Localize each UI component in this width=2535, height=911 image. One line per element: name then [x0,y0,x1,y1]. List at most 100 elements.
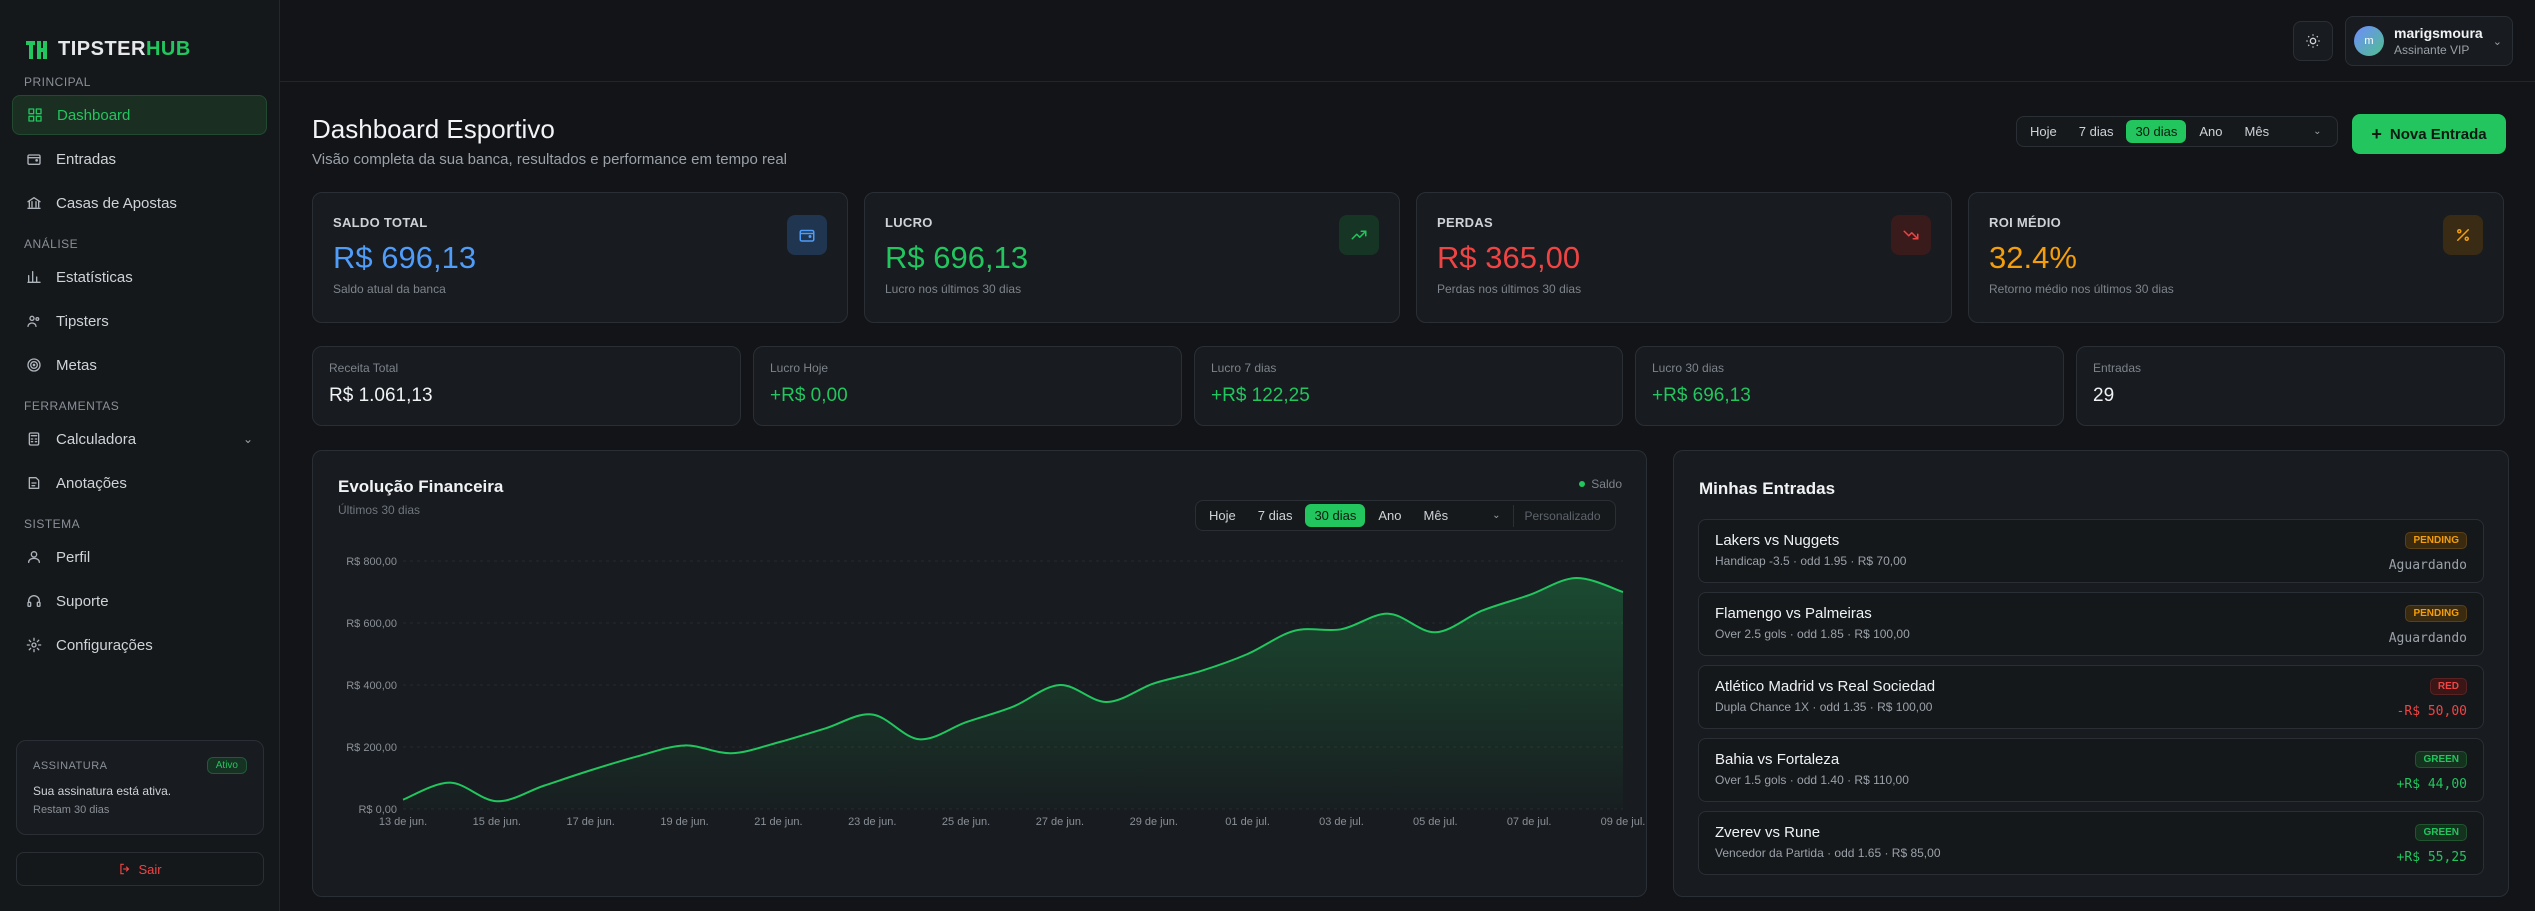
data-point[interactable] [916,736,922,742]
kpi-value: R$ 696,13 [333,240,477,275]
kpi-card: ROI MÉDIO 32.4% Retorno médio nos último… [1968,192,2504,323]
status-badge: GREEN [2415,824,2467,841]
x-tick-label: 29 de jun. [1130,816,1178,828]
data-point[interactable] [1620,589,1626,595]
kpi-label: LUCRO [885,215,933,230]
month-select[interactable]: Mês ⌄ [2236,120,2331,143]
sidebar-item-label: Anotações [56,474,127,492]
data-point[interactable] [494,798,500,804]
range-option[interactable]: Hoje [2021,120,2066,143]
entry-name: Flamengo vs Palmeiras [1715,605,1872,622]
kpi-subtitle: Perdas nos últimos 30 dias [1437,282,1582,296]
mini-stat-card: Lucro 7 dias +R$ 122,25 [1194,346,1623,426]
entry-result: Aguardando [2388,631,2467,646]
sidebar-item-configuracoes[interactable]: Configurações [12,625,267,665]
entry-result: +R$ 55,25 [2396,850,2467,865]
data-point[interactable] [1385,611,1391,617]
mini-stat-value: +R$ 122,25 [1211,385,1310,406]
data-point[interactable] [1198,668,1204,674]
mini-stat-label: Lucro 7 dias [1211,361,1277,375]
y-tick-label: R$ 0,00 [358,804,397,816]
kpi-value: 32.4% [1989,240,2077,275]
sidebar-item-tipsters[interactable]: Tipsters [12,301,267,341]
data-point[interactable] [1573,575,1579,581]
data-point[interactable] [963,719,969,725]
data-point[interactable] [1245,651,1251,657]
data-point[interactable] [635,753,641,759]
data-point[interactable] [775,739,781,745]
status-badge: PENDING [2405,532,2467,549]
data-point[interactable] [1010,704,1016,710]
logo-icon [26,40,47,59]
data-point[interactable] [1292,628,1298,634]
entry-detail: Vencedor da Partida · odd 1.65 · R$ 85,0… [1715,846,1941,860]
user-icon [28,551,40,563]
user-role: Assinante VIP [2394,43,2470,57]
entry-detail: Over 1.5 gols · odd 1.40 · R$ 110,00 [1715,773,1909,787]
sidebar-item-estatisticas[interactable]: Estatísticas [12,257,267,297]
kpi-subtitle: Lucro nos últimos 30 dias [885,282,1022,296]
sidebar-item-label: Tipsters [56,312,109,330]
x-tick-label: 15 de jun. [473,816,521,828]
kpi-icon-box [2443,215,2483,255]
new-entry-button[interactable]: + Nova Entrada [2352,114,2506,154]
kpi-card: SALDO TOTAL R$ 696,13 Saldo atual da ban… [312,192,848,323]
sidebar-item-suporte[interactable]: Suporte [12,581,267,621]
data-point[interactable] [1338,626,1344,632]
sidebar-item-casas-de-apostas[interactable]: Casas de Apostas [12,183,267,223]
kpi-card: PERDAS R$ 365,00 Perdas nos últimos 30 d… [1416,192,1952,323]
entry-item[interactable]: Zverev vs Rune Vencedor da Partida · odd… [1698,811,2484,875]
data-point[interactable] [1526,592,1532,598]
entry-name: Lakers vs Nuggets [1715,532,1840,549]
data-point[interactable] [1432,629,1438,635]
notes-icon [28,477,40,489]
subscription-status-badge: Ativo [206,757,247,774]
y-tick-label: R$ 200,00 [346,742,397,754]
kpi-subtitle: Saldo atual da banca [333,282,446,296]
range-option[interactable]: 7 dias [2070,120,2123,143]
entry-item[interactable]: Flamengo vs Palmeiras Over 2.5 gols · od… [1698,592,2484,656]
main-content: m marigsmoura Assinante VIP ⌄ Dashboard … [280,0,2535,911]
range-option[interactable]: Ano [2190,120,2231,143]
data-point[interactable] [588,767,594,773]
date-range-filter: Hoje 7 dias 30 dias Ano Mês ⌄ [2016,116,2338,147]
data-point[interactable] [1104,699,1110,705]
theme-toggle-button[interactable] [2293,21,2333,61]
entry-item[interactable]: Lakers vs Nuggets Handicap -3.5 · odd 1.… [1698,519,2484,583]
logo[interactable]: TIPSTERHUB [0,0,279,75]
data-point[interactable] [1057,682,1063,688]
kpi-value: R$ 365,00 [1437,240,1581,275]
mini-stat-label: Lucro 30 dias [1652,361,1725,375]
entry-item[interactable]: Atlético Madrid vs Real Sociedad Dupla C… [1698,665,2484,729]
sun-icon [2306,34,2320,48]
page-title: Dashboard Esportivo [312,114,555,144]
sidebar-item-metas[interactable]: Metas [12,345,267,385]
avatar: m [2354,26,2384,56]
data-point[interactable] [1479,608,1485,614]
sidebar-item-anotacoes[interactable]: Anotações [12,463,267,503]
data-point[interactable] [682,742,688,748]
data-point[interactable] [869,711,875,717]
sidebar-item-label: Suporte [56,592,109,610]
sidebar-item-entradas[interactable]: Entradas [12,139,267,179]
target-icon [27,358,41,372]
sidebar-item-dashboard[interactable]: Dashboard [12,95,267,135]
data-point[interactable] [728,750,734,756]
trend-up-icon [1351,230,1367,240]
kpi-value: R$ 696,13 [885,240,1029,275]
status-badge: PENDING [2405,605,2467,622]
user-menu[interactable]: m marigsmoura Assinante VIP ⌄ [2345,16,2513,66]
logout-button[interactable]: Sair [16,852,264,886]
range-option[interactable]: 30 dias [2126,120,2187,143]
data-point[interactable] [400,797,406,803]
chart-plot: R$ 0,00 R$ 200,00 R$ 400,00 R$ 600,00 R$ 800… [346,556,1645,828]
status-badge: GREEN [2415,751,2467,768]
data-point[interactable] [541,783,547,789]
data-point[interactable] [822,725,828,731]
x-tick-label: 03 de jul. [1319,816,1364,828]
sidebar-item-perfil[interactable]: Perfil [12,537,267,577]
data-point[interactable] [1151,680,1157,686]
data-point[interactable] [447,780,453,786]
entry-item[interactable]: Bahia vs Fortaleza Over 1.5 gols · odd 1… [1698,738,2484,802]
sidebar-item-calculadora[interactable]: Calculadora ⌄ [12,419,267,459]
